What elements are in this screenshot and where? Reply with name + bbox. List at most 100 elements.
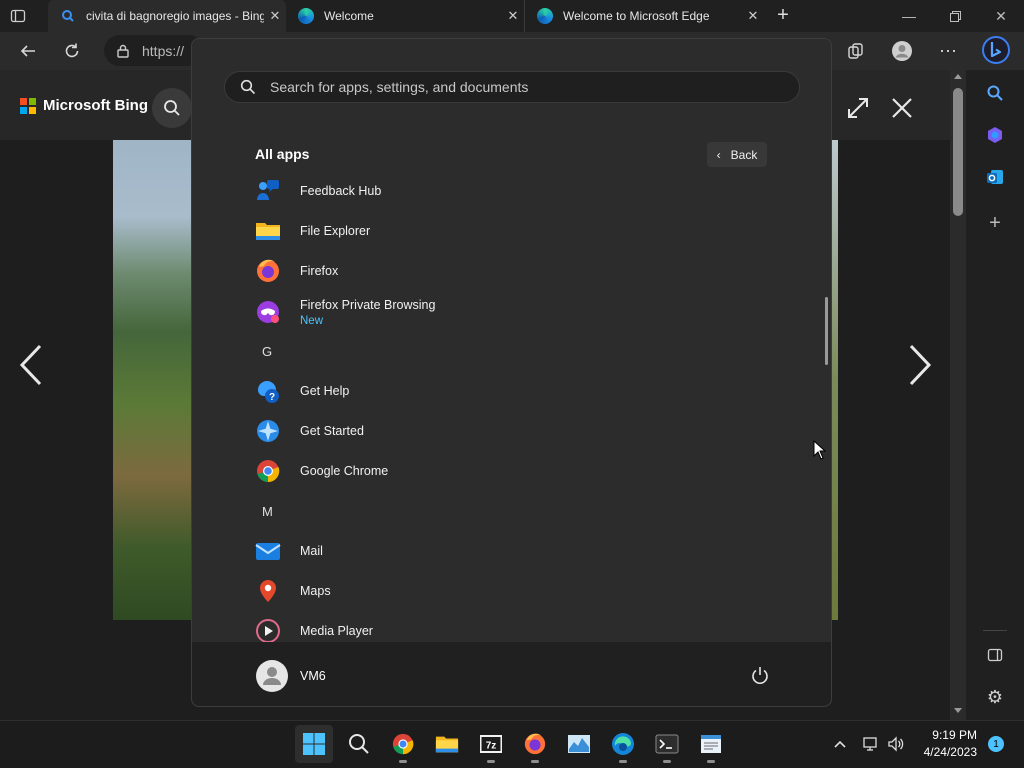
new-badge: New [300,314,324,327]
start-search-box[interactable] [224,71,800,103]
firefox-icon [255,258,281,284]
user-name[interactable]: VM6 [300,669,326,683]
app-label: File Explorer [300,224,371,238]
app-label: Firefox [300,264,339,278]
file-explorer-icon [435,736,459,753]
running-indicator [619,760,627,763]
taskbar-firefox[interactable] [516,725,554,763]
photo-edge [832,140,838,620]
app-item-get-started[interactable]: Get Started [250,412,810,450]
microsoft-logo-icon [20,97,36,114]
new-tab-button[interactable]: + [772,4,794,26]
tab-welcome[interactable]: Welcome ✕ [286,0,524,32]
expand-icon[interactable] [845,95,871,121]
taskbar-task-manager[interactable] [560,725,598,763]
tab-welcome-edge[interactable]: Welcome to Microsoft Edge ✕ [524,0,764,32]
start-menu-scrollbar[interactable] [825,297,828,365]
close-tab-icon[interactable]: ✕ [742,8,764,24]
copilot-icon[interactable] [982,122,1008,148]
taskbar-edge[interactable] [604,725,642,763]
scroll-down-icon[interactable] [954,708,962,713]
app-label: Mail [300,544,323,558]
user-avatar[interactable] [256,660,288,692]
letter-header-g[interactable]: G [262,344,272,359]
app-label: Get Started [300,424,364,438]
close-tab-icon[interactable]: ✕ [502,8,524,24]
app-item-firefox-private[interactable]: Firefox Private Browsing New [250,292,810,332]
running-indicator [663,760,671,763]
restore-button[interactable] [932,0,978,32]
app-item-maps[interactable]: Maps [250,572,810,610]
app-label: Feedback Hub [300,184,382,198]
chrome-icon [392,733,414,755]
system-clock[interactable]: 9:19 PM 4/24/2023 [915,727,977,761]
tab-strip: civita di bagnoregio images - Bing ✕ Wel… [0,0,1024,32]
tab-bing[interactable]: civita di bagnoregio images - Bing ✕ [48,0,286,32]
add-icon[interactable]: + [982,210,1008,236]
address-bar[interactable]: https:// [104,35,204,66]
page-scrollbar[interactable] [950,70,966,720]
network-icon[interactable] [862,734,882,754]
notepad-icon [701,735,721,753]
close-window-button[interactable]: ✕ [978,0,1024,32]
next-image-icon[interactable] [905,342,935,388]
refresh-icon[interactable] [56,35,88,67]
clock-date: 4/24/2023 [923,745,977,759]
app-label: Maps [300,584,331,598]
back-button[interactable]: ‹ Back [707,142,767,167]
close-viewer-icon[interactable] [889,95,915,121]
scrollbar-thumb[interactable] [953,88,963,216]
minimize-button[interactable]: — [886,0,932,32]
app-item-file-explorer[interactable]: File Explorer [250,212,810,250]
tab-actions-icon[interactable] [10,8,26,24]
windows-logo-icon [303,733,325,755]
taskbar-notepad[interactable] [692,725,730,763]
taskbar-file-explorer[interactable] [428,725,466,763]
hide-sidebar-icon[interactable] [982,642,1008,668]
bing-chat-icon[interactable] [981,33,1011,67]
collections-icon[interactable] [840,35,872,67]
scroll-up-icon[interactable] [954,74,962,79]
app-label: Firefox Private Browsing [300,297,436,312]
back-button-label: Back [730,147,758,162]
app-item-mail[interactable]: Mail [250,532,810,570]
app-label: Get Help [300,384,350,398]
letter-header-m[interactable]: M [262,504,273,519]
app-item-feedback-hub[interactable]: Feedback Hub [250,172,810,210]
taskbar-terminal[interactable] [648,725,686,763]
app-item-firefox[interactable]: Firefox [250,252,810,290]
start-search-input[interactable] [268,78,772,96]
bing-logo[interactable]: Microsoft Bing [20,97,148,114]
volume-icon[interactable] [886,734,906,754]
bing-search-button[interactable] [152,88,192,128]
bing-search-favicon [60,8,76,24]
more-options-icon[interactable]: ⋯ [932,35,964,67]
url-text: https:// [142,42,185,59]
profile-avatar[interactable] [886,35,918,67]
app-item-get-help[interactable]: ? Get Help [250,372,810,410]
previous-image-icon[interactable] [16,342,46,388]
chrome-icon [255,458,281,484]
file-explorer-icon [255,218,281,244]
maps-icon [255,578,281,604]
taskbar-7zip[interactable]: 7z [472,725,510,763]
search-icon [240,79,256,95]
start-button[interactable] [295,725,333,763]
settings-gear-icon[interactable]: ⚙ [982,684,1008,710]
search-icon [349,734,369,754]
running-indicator [487,760,495,763]
search-icon[interactable] [982,80,1008,106]
terminal-icon [655,734,679,754]
bing-brand-text: Microsoft Bing [43,97,148,114]
outlook-icon[interactable] [982,164,1008,190]
close-tab-icon[interactable]: ✕ [264,8,286,24]
app-item-google-chrome[interactable]: Google Chrome [250,452,810,490]
edge-favicon [537,8,553,24]
power-icon[interactable] [747,663,773,689]
show-hidden-icons-chevron-icon[interactable] [830,734,850,754]
back-arrow-icon[interactable] [12,35,44,67]
taskbar-search[interactable] [340,725,378,763]
notification-badge[interactable]: 1 [988,736,1004,752]
taskbar-chrome[interactable] [384,725,422,763]
tab-title: Welcome [324,9,374,23]
